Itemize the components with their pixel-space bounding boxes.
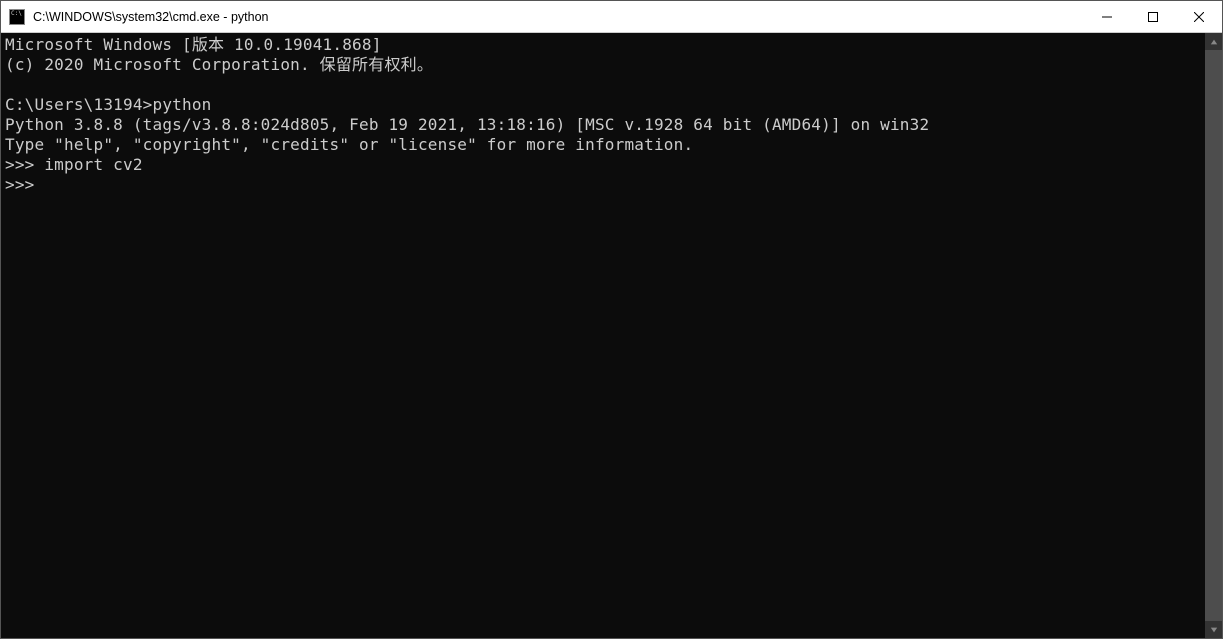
window-controls	[1084, 1, 1222, 32]
terminal-output[interactable]: Microsoft Windows [版本 10.0.19041.868] (c…	[1, 33, 1205, 638]
titlebar[interactable]: C:\WINDOWS\system32\cmd.exe - python	[1, 1, 1222, 33]
cmd-icon	[9, 9, 25, 25]
minimize-icon	[1102, 12, 1112, 22]
scrollbar-thumb[interactable]	[1205, 50, 1222, 621]
close-icon	[1194, 12, 1204, 22]
maximize-button[interactable]	[1130, 1, 1176, 32]
scroll-down-button[interactable]	[1205, 621, 1222, 638]
scrollbar[interactable]	[1205, 33, 1222, 638]
minimize-button[interactable]	[1084, 1, 1130, 32]
client-area: Microsoft Windows [版本 10.0.19041.868] (c…	[1, 33, 1222, 638]
window-title: C:\WINDOWS\system32\cmd.exe - python	[33, 10, 1084, 24]
cmd-window: C:\WINDOWS\system32\cmd.exe - python Mic…	[0, 0, 1223, 639]
scrollbar-track[interactable]	[1205, 50, 1222, 621]
chevron-down-icon	[1210, 626, 1218, 634]
close-button[interactable]	[1176, 1, 1222, 32]
scroll-up-button[interactable]	[1205, 33, 1222, 50]
maximize-icon	[1148, 12, 1158, 22]
chevron-up-icon	[1210, 38, 1218, 46]
